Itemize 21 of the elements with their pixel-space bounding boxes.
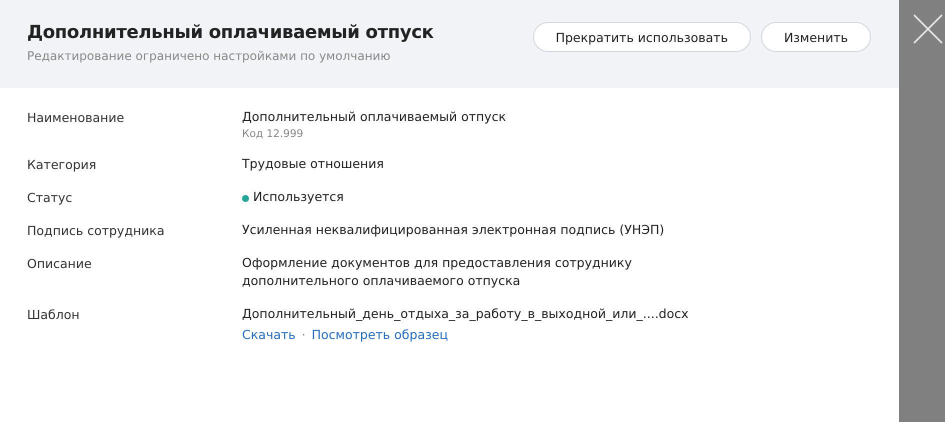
status-text: Используется <box>253 188 344 206</box>
panel-subtitle: Редактирование ограничено настройками по умолчанию <box>27 49 392 63</box>
field-value: Трудовые отношения <box>242 155 385 173</box>
download-link[interactable]: Скачать <box>242 327 296 342</box>
field-value: Дополнительный оплачиваемый отпуск <box>242 108 508 126</box>
field-label: Описание <box>27 256 93 273</box>
panel-title: Дополнительный оплачиваемый отпуск <box>27 22 434 43</box>
field-label: Наименование <box>27 110 126 127</box>
close-icon[interactable] <box>913 14 943 44</box>
stop-using-button[interactable]: Прекратить использовать <box>532 22 751 52</box>
field-label: Подпись сотрудника <box>27 223 166 239</box>
preview-link[interactable]: Посмотреть образец <box>312 327 448 342</box>
field-label: Категория <box>27 157 98 173</box>
field-value: Оформление документов для предоставления сотруднику дополнительного оплачиваемого отпуска <box>242 254 633 290</box>
field-label: Шаблон <box>27 307 81 324</box>
code-note: Код 12.999 <box>242 128 304 140</box>
separator-dot: · <box>302 327 306 342</box>
field-value: Усиленная неквалифицированная электронная подпись (УНЭП) <box>242 221 666 239</box>
edit-button[interactable]: Изменить <box>760 22 871 52</box>
file-name: Дополнительный_день_отдыха_за_работу_в_выходной_или_....docx <box>242 305 690 323</box>
field-label: Статус <box>27 190 74 206</box>
